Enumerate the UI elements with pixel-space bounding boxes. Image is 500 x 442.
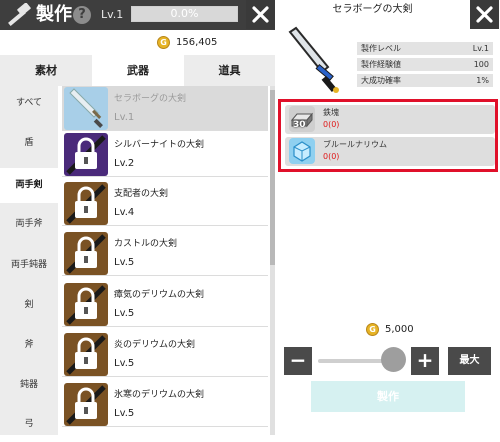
lock-icon bbox=[64, 232, 108, 275]
max-quantity-button[interactable]: 最大 bbox=[448, 347, 491, 375]
detail-title: セラボーグの大剣 bbox=[332, 4, 413, 15]
list-scrollbar-thumb[interactable] bbox=[270, 90, 275, 265]
lock-icon bbox=[64, 182, 108, 225]
recipe-name: セラボーグの大剣 bbox=[114, 94, 187, 104]
greatsword-icon bbox=[64, 87, 108, 130]
xp-progress-text: 0.0% bbox=[170, 7, 199, 20]
list-item[interactable]: 氷寒のデリウムの大剣 Lv.5 bbox=[62, 382, 268, 427]
recipe-name: 瘴気のデリウムの大剣 bbox=[114, 290, 205, 300]
close-icon bbox=[252, 6, 269, 23]
lock-icon bbox=[64, 333, 108, 376]
material-name: ブルールナリウム bbox=[323, 140, 387, 149]
recipe-name: シルバーナイトの大剣 bbox=[114, 140, 205, 150]
recipe-level: Lv.2 bbox=[114, 158, 135, 169]
material-item[interactable]: 30 鉄塊 0(0) bbox=[285, 105, 495, 134]
decrease-quantity-button[interactable]: − bbox=[284, 347, 312, 375]
recipe-level: Lv.4 bbox=[114, 207, 135, 218]
category-two-handed-blunt[interactable]: 両手鈍器 bbox=[0, 248, 58, 283]
category-blunt[interactable]: 鈍器 bbox=[0, 368, 58, 403]
stat-value: 100 bbox=[473, 60, 489, 69]
stat-crafting-exp: 製作経験値 100 bbox=[357, 58, 493, 71]
stat-label: 製作レベル bbox=[361, 44, 401, 53]
list-item[interactable]: カストルの大剣 Lv.5 bbox=[62, 231, 268, 276]
list-item[interactable]: 炎のデリウムの大剣 Lv.5 bbox=[62, 332, 268, 377]
list-item[interactable]: 瘴気のデリウムの大剣 Lv.5 bbox=[62, 282, 268, 327]
greatsword-icon bbox=[282, 26, 342, 96]
material-quantity: 30 bbox=[293, 120, 306, 130]
recipe-level: Lv.5 bbox=[114, 358, 135, 369]
gold-amount: 156,405 bbox=[176, 37, 218, 48]
recipe-name: カストルの大剣 bbox=[114, 239, 178, 249]
gold-coin-icon: G bbox=[366, 323, 379, 336]
stat-great-success-rate: 大成功確率 1% bbox=[357, 74, 493, 87]
close-icon bbox=[476, 6, 493, 23]
lock-icon bbox=[64, 283, 108, 326]
recipe-name: 支配者の大剣 bbox=[114, 189, 169, 199]
recipe-level: Lv.5 bbox=[114, 308, 135, 319]
recipe-name: 炎のデリウムの大剣 bbox=[114, 340, 196, 350]
recipe-name: 氷寒のデリウムの大剣 bbox=[114, 390, 205, 400]
craft-cost: 5,000 bbox=[385, 324, 414, 335]
tab-materials[interactable]: 素材 bbox=[0, 55, 92, 86]
crafting-level: Lv.1 bbox=[101, 8, 124, 21]
material-count: 0(0) bbox=[323, 152, 340, 161]
category-shield[interactable]: 盾 bbox=[0, 126, 58, 161]
category-bow[interactable]: 弓 bbox=[0, 407, 58, 442]
page-title: 製作 bbox=[36, 4, 72, 25]
lock-icon bbox=[64, 133, 108, 176]
material-name: 鉄塊 bbox=[323, 108, 339, 117]
stat-value: Lv.1 bbox=[472, 44, 489, 53]
help-icon[interactable]: ? bbox=[73, 6, 91, 24]
stat-crafting-level: 製作レベル Lv.1 bbox=[357, 42, 493, 55]
recipe-list: セラボーグの大剣 Lv.1 シルバーナイトの大剣 Lv.2 支配者の大剣 Lv.… bbox=[58, 86, 270, 435]
list-item[interactable]: 支配者の大剣 Lv.4 bbox=[62, 181, 268, 226]
hammer-icon bbox=[4, 2, 34, 27]
category-axe[interactable]: 斧 bbox=[0, 328, 58, 363]
list-item[interactable]: シルバーナイトの大剣 Lv.2 bbox=[62, 132, 268, 177]
craft-button[interactable]: 製作 bbox=[311, 381, 465, 412]
category-two-handed-axe[interactable]: 両手斧 bbox=[0, 207, 58, 242]
list-item[interactable]: セラボーグの大剣 Lv.1 bbox=[62, 86, 268, 131]
detail-close-button[interactable] bbox=[470, 0, 499, 29]
material-item[interactable]: ブルールナリウム 0(0) bbox=[285, 137, 495, 166]
stat-label: 大成功確率 bbox=[361, 76, 401, 85]
required-materials: 30 鉄塊 0(0) ブルールナリウム 0(0) bbox=[278, 99, 498, 172]
category-all[interactable]: すべて bbox=[0, 86, 58, 121]
tab-tools[interactable]: 道具 bbox=[184, 55, 275, 86]
tab-weapons[interactable]: 武器 bbox=[92, 55, 184, 86]
material-count: 0(0) bbox=[323, 120, 340, 129]
blue-crystal-icon bbox=[289, 138, 315, 164]
stat-label: 製作経験値 bbox=[361, 60, 401, 69]
category-sword[interactable]: 剣 bbox=[0, 288, 58, 323]
increase-quantity-button[interactable]: + bbox=[411, 347, 439, 375]
category-two-handed-sword[interactable]: 両手剣 bbox=[0, 168, 58, 203]
stat-value: 1% bbox=[476, 76, 489, 85]
recipe-level: Lv.5 bbox=[114, 408, 135, 419]
recipe-level: Lv.1 bbox=[114, 112, 135, 123]
lock-icon bbox=[64, 383, 108, 426]
recipe-level: Lv.5 bbox=[114, 257, 135, 268]
gold-coin-icon: G bbox=[157, 36, 170, 49]
quantity-slider-knob[interactable] bbox=[381, 347, 406, 372]
close-button[interactable] bbox=[246, 0, 275, 29]
